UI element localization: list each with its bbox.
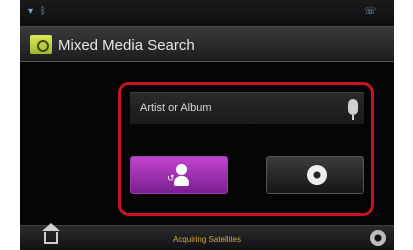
status-bar: ▾ ᛒ ☏ [20,0,394,26]
disc-icon [307,165,327,185]
gps-status-text: Acquiring Satellites [172,235,242,244]
main-area: Artist or Album ↺ [20,62,394,225]
artist-icon: ↺ [167,164,193,188]
disc-search-button[interactable] [266,156,364,194]
antenna-icon: ▾ [28,6,34,17]
settings-icon[interactable] [370,230,386,246]
search-field[interactable]: Artist or Album [130,92,364,124]
head-unit-screen: ▾ ᛒ ☏ Mixed Media Search Artist or Album… [20,0,394,250]
bottom-bar: Acquiring Satellites [20,223,394,250]
header-bar: Mixed Media Search [20,26,394,62]
search-field-label: Artist or Album [140,102,212,114]
artist-search-button[interactable]: ↺ [130,156,228,194]
phone-icon: ☏ [364,6,377,17]
page-title: Mixed Media Search [58,37,195,54]
microphone-icon[interactable] [348,99,358,120]
bluetooth-icon: ᛒ [40,6,46,17]
folder-search-icon [30,35,52,54]
